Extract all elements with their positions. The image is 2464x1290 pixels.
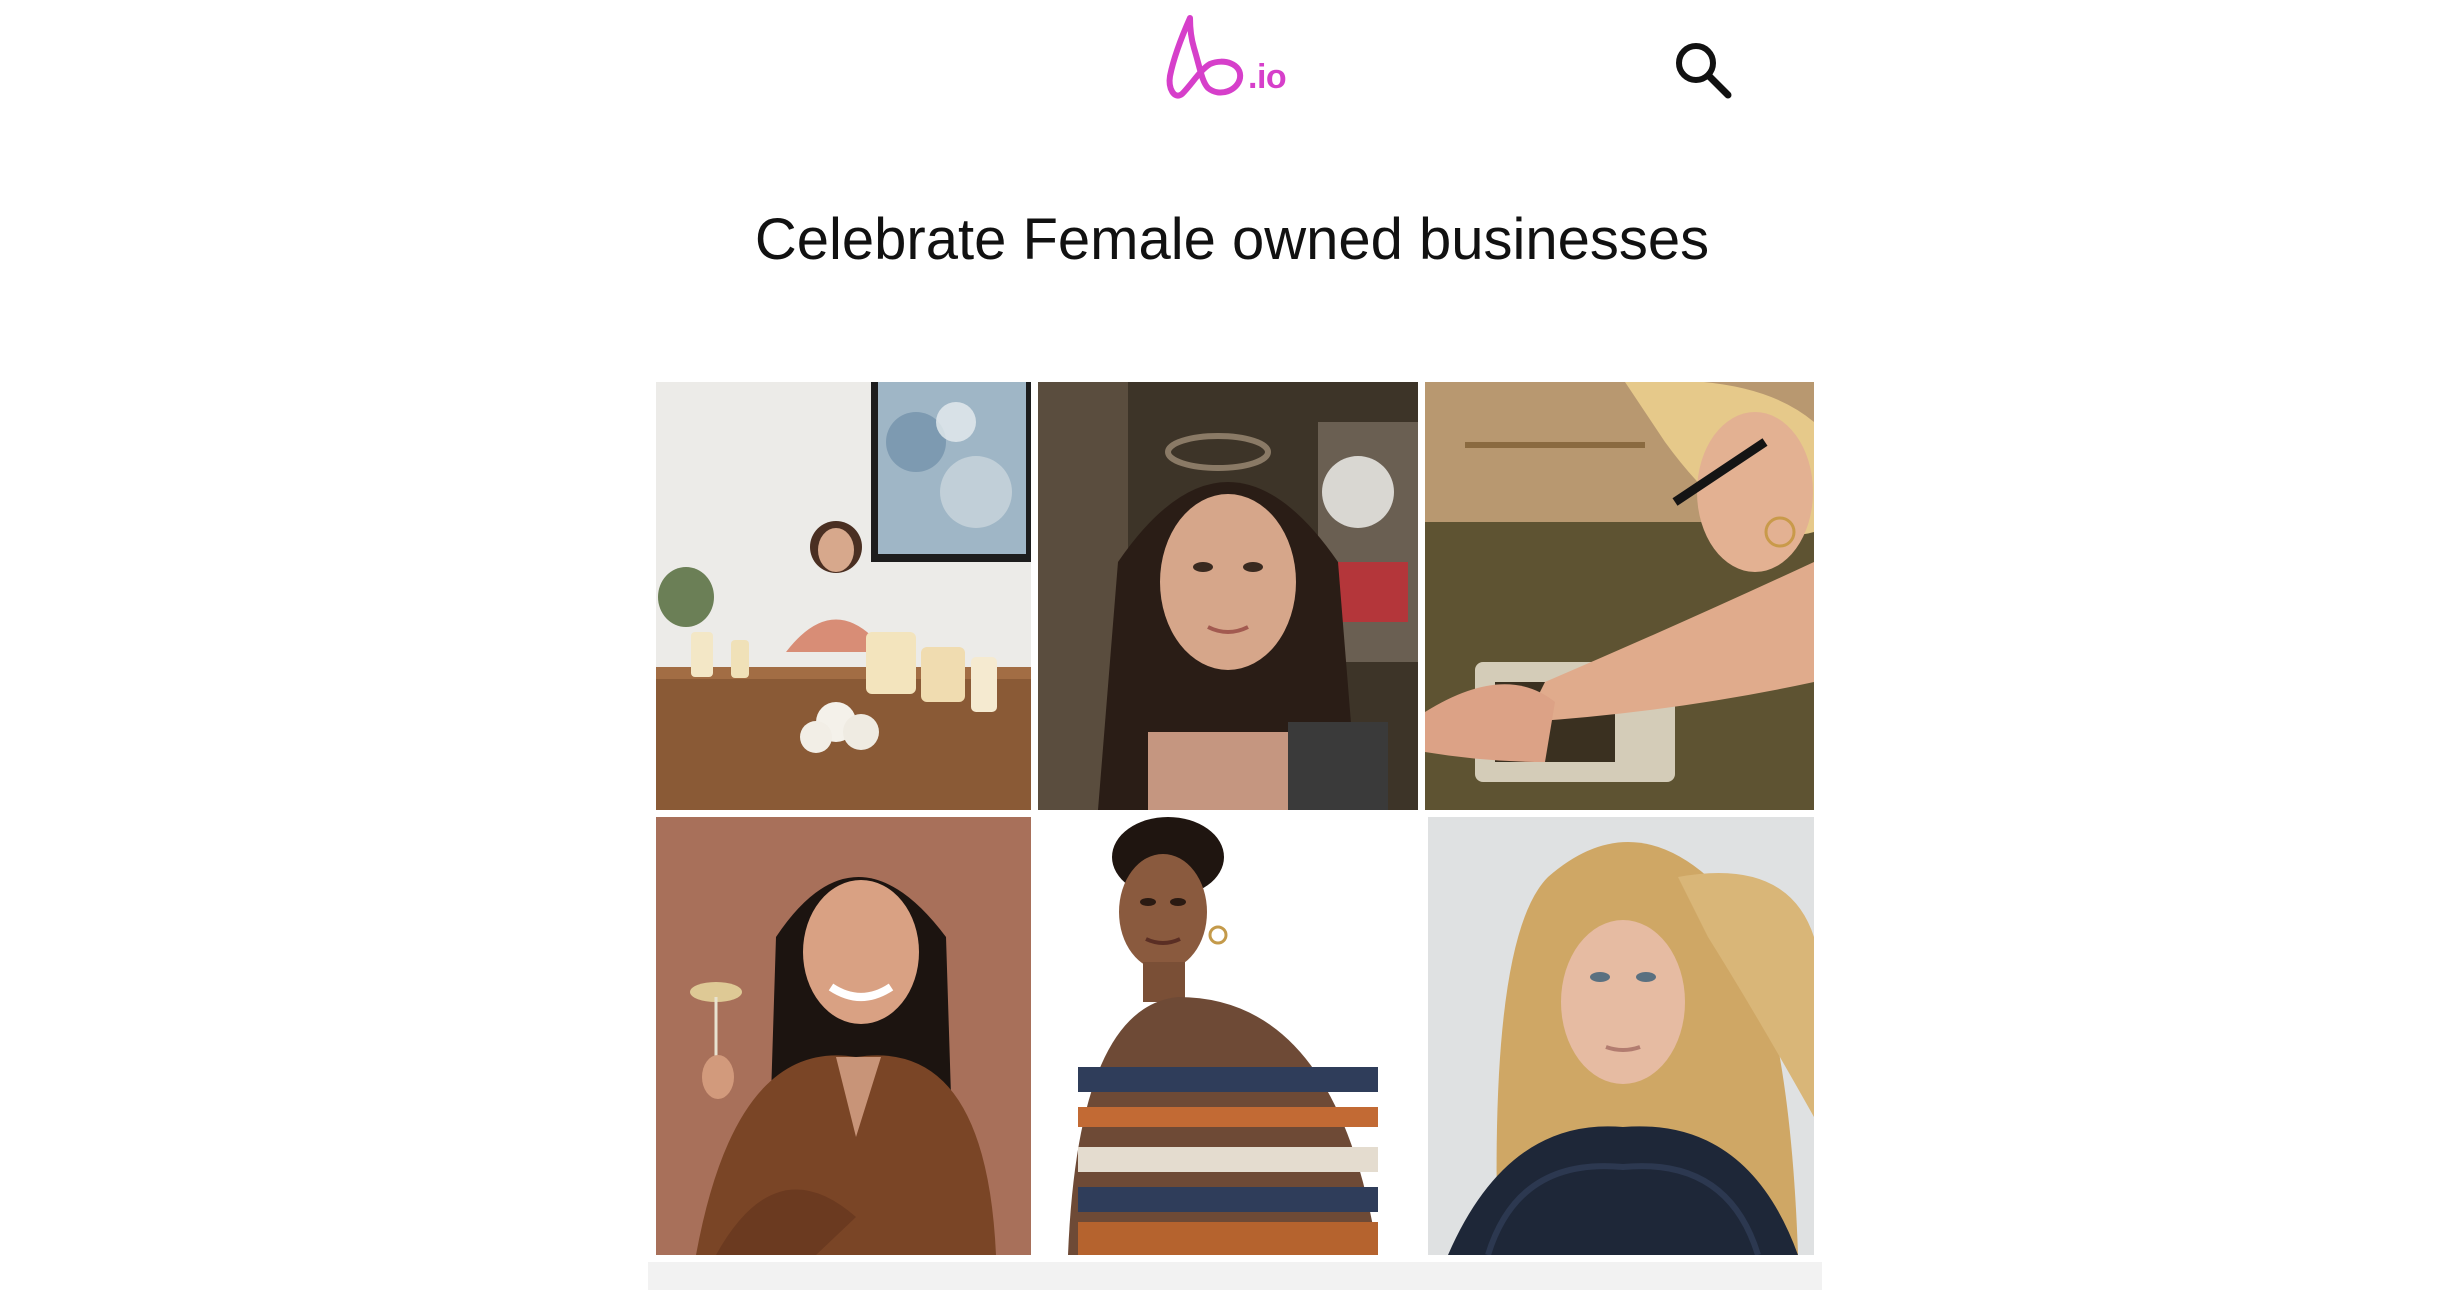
photo-image bbox=[656, 382, 1031, 810]
heart-outline-icon bbox=[1166, 15, 1244, 99]
business-photo-2[interactable] bbox=[1038, 382, 1418, 810]
business-photo-4[interactable] bbox=[656, 817, 1031, 1255]
photo-image bbox=[1038, 382, 1418, 810]
photo-image bbox=[656, 817, 1031, 1255]
search-button[interactable] bbox=[1668, 30, 1748, 110]
logo-suffix: .io bbox=[1248, 58, 1287, 96]
content-divider bbox=[648, 1262, 1822, 1290]
business-photo-1[interactable] bbox=[656, 382, 1031, 810]
page-headline: Celebrate Female owned businesses bbox=[754, 207, 1710, 272]
photo-image bbox=[1038, 817, 1418, 1255]
search-icon bbox=[1676, 43, 1732, 99]
business-photo-3[interactable] bbox=[1425, 382, 1814, 810]
photo-image bbox=[1425, 382, 1814, 810]
photo-image bbox=[1428, 817, 1814, 1255]
business-photo-5[interactable] bbox=[1038, 817, 1418, 1255]
site-logo[interactable]: .io bbox=[1160, 8, 1290, 108]
business-photo-6[interactable] bbox=[1428, 817, 1814, 1255]
